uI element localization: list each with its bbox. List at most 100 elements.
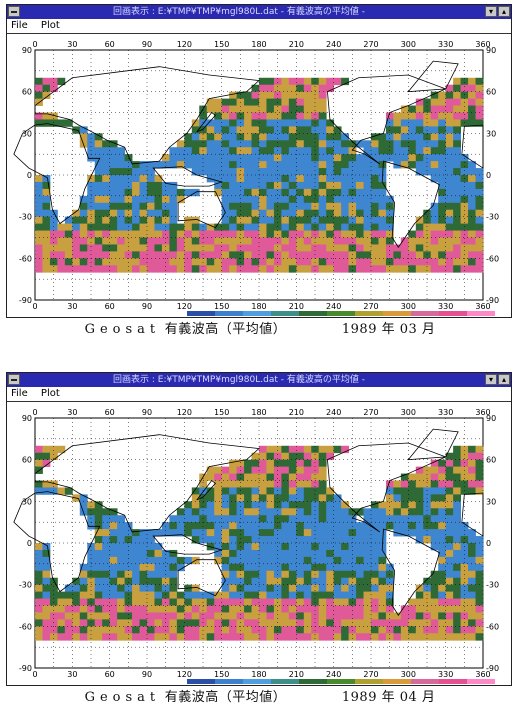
wave-cell <box>281 445 290 454</box>
wave-cell <box>244 244 252 252</box>
wave-cell <box>109 251 118 259</box>
wave-cell <box>266 265 275 273</box>
wave-cell <box>154 258 163 266</box>
wave-cell <box>244 230 252 238</box>
wave-cell <box>102 577 111 586</box>
lat-tick-label-right: 90 <box>486 414 496 423</box>
title-bar[interactable]: 回画表示 : E:¥TMP¥TMP¥mgl980L.dat - 有義波高の平均値… <box>7 373 511 387</box>
wave-cell <box>117 244 125 252</box>
wave-cell <box>109 244 118 252</box>
wave-cell <box>318 619 327 627</box>
wave-cell <box>393 487 402 495</box>
wave-cell <box>259 258 267 266</box>
wave-cell <box>281 633 290 641</box>
wave-cell <box>408 154 417 162</box>
wave-cell <box>35 605 43 613</box>
wave-cell <box>229 584 237 593</box>
wave-cell <box>42 202 51 211</box>
wave-cell <box>244 188 252 197</box>
wave-cell <box>453 209 461 218</box>
wave-cell <box>206 258 215 266</box>
wave-cell <box>214 168 223 176</box>
wave-cell <box>259 112 267 120</box>
wave-cell <box>318 522 327 530</box>
wave-cell <box>109 168 118 176</box>
wave-cell <box>109 626 118 634</box>
menu-plot[interactable]: Plot <box>41 387 60 401</box>
minimize-button[interactable]: ▾ <box>485 6 497 17</box>
wave-cell <box>117 147 125 155</box>
wave-cell <box>176 515 185 523</box>
wave-cell <box>288 445 297 454</box>
lon-tick-label-bottom: 30 <box>67 302 77 311</box>
colorbar-swatch <box>187 311 215 316</box>
wave-cell <box>288 77 297 86</box>
wave-cell <box>259 244 267 252</box>
wave-cell <box>244 175 252 183</box>
lon-tick-label-top: 0 <box>32 40 37 49</box>
wave-cell <box>468 591 476 599</box>
minimize-button[interactable]: ▾ <box>485 374 497 385</box>
wave-cell <box>430 605 439 613</box>
wave-cell <box>371 556 379 565</box>
wave-cell <box>363 168 372 176</box>
wave-cell <box>184 619 193 627</box>
wave-cell <box>117 626 125 634</box>
wave-cell <box>251 161 260 169</box>
lon-tick-label-top: 330 <box>438 408 453 417</box>
wave-cell <box>206 237 215 245</box>
wave-cell <box>400 494 409 502</box>
wave-cell <box>169 570 178 579</box>
wave-height-map: 0030306060909012012015015018018021021024… <box>7 36 511 326</box>
wave-cell <box>132 633 140 641</box>
wave-cell <box>348 522 357 530</box>
menu-file[interactable]: File <box>11 19 28 33</box>
wave-cell <box>139 549 148 558</box>
maximize-button[interactable]: ▴ <box>498 374 510 385</box>
wave-cell <box>147 584 155 593</box>
wave-cell <box>214 501 223 509</box>
wave-cell <box>35 619 43 627</box>
wave-cell <box>408 619 417 627</box>
wave-cell <box>430 633 439 641</box>
wave-cell <box>400 251 409 259</box>
wave-cell <box>326 244 335 252</box>
wave-cell <box>453 140 461 148</box>
wave-cell <box>214 188 223 197</box>
wave-cell <box>229 258 237 266</box>
wave-cell <box>445 598 454 606</box>
wave-cell <box>356 529 364 537</box>
wave-cell <box>147 619 155 627</box>
wave-cell <box>438 508 447 516</box>
lon-tick-label-top: 0 <box>32 408 37 417</box>
wave-cell <box>341 508 349 516</box>
wave-cell <box>266 216 275 225</box>
maximize-button[interactable]: ▴ <box>498 6 510 17</box>
wave-cell <box>214 556 223 565</box>
menu-plot[interactable]: Plot <box>41 19 60 33</box>
wave-cell <box>102 265 111 273</box>
wave-cell <box>326 487 335 495</box>
wave-cell <box>154 563 163 572</box>
wave-cell <box>318 598 327 606</box>
wave-cell <box>371 216 379 225</box>
wave-cell <box>453 258 461 266</box>
wave-cell <box>176 244 185 252</box>
wave-cell <box>415 98 424 106</box>
wave-cell <box>251 126 260 134</box>
wave-cell <box>154 175 163 183</box>
wave-cell <box>251 605 260 613</box>
lon-tick-label-bottom: 30 <box>67 670 77 679</box>
wave-cell <box>79 223 88 231</box>
title-bar[interactable]: 回画表示 : E:¥TMP¥TMP¥mgl980L.dat - 有義波高の平均値… <box>7 5 511 19</box>
menu-file[interactable]: File <box>11 387 28 401</box>
wave-cell <box>64 633 73 641</box>
wave-cell <box>453 508 461 516</box>
wave-cell <box>132 209 140 218</box>
wave-cell <box>460 487 469 495</box>
wave-cell <box>415 154 424 162</box>
wave-cell <box>303 265 312 273</box>
wave-cell <box>296 195 305 204</box>
wave-cell <box>363 619 372 627</box>
wave-cell <box>154 577 163 586</box>
